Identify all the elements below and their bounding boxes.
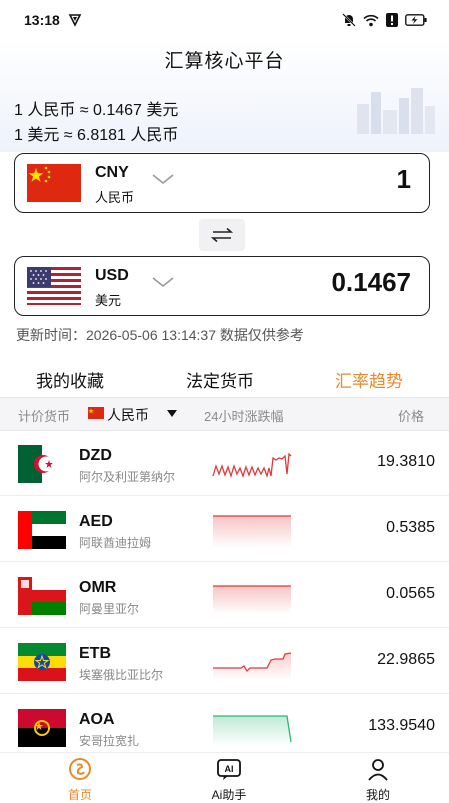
to-currency-code: USD [95, 267, 129, 284]
nav-ai-assistant[interactable]: AI Ai助手 [194, 757, 264, 803]
cn-flag-small-icon [88, 407, 104, 419]
to-currency-name: 美元 [95, 293, 122, 308]
mute-bell-icon [342, 13, 356, 27]
nav-home[interactable]: 首页 [45, 757, 115, 803]
list-header: 计价货币 人民币 24小时涨跌幅 价格 [0, 397, 449, 431]
tab-fiat-currency[interactable]: 法定货币 [186, 367, 254, 392]
caret-down-icon[interactable] [167, 410, 177, 417]
change-column-header: 24小时涨跌幅 [204, 409, 284, 424]
currency-name: 安哥拉宽扎 [79, 734, 140, 748]
trend-sparkline [212, 452, 292, 479]
rate-row-aed[interactable]: AED 阿联酋迪拉姆 0.5385 [0, 497, 449, 562]
ae-flag-icon [18, 511, 66, 549]
from-amount-input[interactable]: 1 [397, 164, 411, 195]
battery-charging-icon [405, 14, 427, 26]
base-currency-label: 计价货币 [18, 409, 71, 424]
alert-icon [386, 13, 398, 27]
et-flag-icon [18, 643, 66, 681]
currency-code: AOA [79, 711, 115, 728]
status-time: 13:18 [24, 12, 60, 28]
currency-price: 0.5385 [386, 519, 435, 536]
currency-name: 阿联酋迪拉姆 [79, 536, 152, 550]
home-icon [69, 758, 91, 780]
rate-row-omr[interactable]: OMR 阿曼里亚尔 0.0565 [0, 563, 449, 628]
nav-home-label: 首页 [67, 788, 92, 802]
rate-row-aoa[interactable]: AOA 安哥拉宽扎 133.9540 [0, 695, 449, 759]
city-skyline-illustration [357, 88, 435, 134]
from-currency-code: CNY [95, 164, 129, 181]
cn-flag-icon [27, 164, 81, 202]
wifi-icon [363, 14, 379, 26]
trend-sparkline [213, 652, 292, 680]
rate-row-dzd[interactable]: DZD 阿尔及利亚第纳尔 19.3810 [0, 431, 449, 496]
dz-flag-icon [18, 445, 66, 483]
svg-text:AI: AI [225, 764, 234, 774]
trend-sparkline [213, 715, 292, 746]
rate-line-cny-usd: 1 人民币 ≈ 0.1467 美元 [14, 102, 179, 119]
ao-flag-icon [18, 709, 66, 747]
currency-name: 阿尔及利亚第纳尔 [79, 470, 176, 484]
currency-price: 0.0565 [386, 585, 435, 602]
currency-price: 19.3810 [377, 453, 435, 470]
rate-line-usd-cny: 1 美元 ≈ 6.8181 人民币 [14, 127, 179, 144]
to-currency-card[interactable]: USD 美元 0.1467 [14, 256, 430, 316]
category-tabs: 我的收藏 法定货币 汇率趋势 [0, 367, 449, 395]
price-column-header: 价格 [398, 409, 425, 424]
vpn-shield-icon [68, 14, 82, 27]
currency-name: 阿曼里亚尔 [79, 602, 140, 616]
nav-profile-label: 我的 [365, 788, 390, 802]
currency-name: 埃塞俄比亚比尔 [79, 668, 164, 682]
nav-ai-label: Ai助手 [211, 788, 247, 802]
currency-code: ETB [79, 645, 111, 662]
swap-arrows-icon [211, 227, 233, 243]
currency-code: AED [79, 513, 113, 530]
tab-favorites[interactable]: 我的收藏 [36, 367, 104, 392]
profile-icon [368, 759, 388, 781]
page-title: 汇算核心平台 [164, 51, 285, 72]
bottom-navigation: 首页 AI Ai助手 我的 [0, 752, 449, 803]
from-currency-name: 人民币 [95, 190, 135, 205]
currency-price: 133.9540 [368, 717, 435, 734]
us-flag-icon [27, 267, 81, 305]
status-bar: 13:18 [0, 0, 449, 40]
rate-row-etb[interactable]: ETB 埃塞俄比亚比尔 22.9865 [0, 629, 449, 694]
trend-sparkline [213, 515, 291, 548]
tab-rate-trend[interactable]: 汇率趋势 [335, 367, 403, 392]
swap-currency-button[interactable] [199, 219, 245, 251]
om-flag-icon [18, 577, 66, 615]
trend-sparkline [213, 585, 291, 614]
base-currency-select[interactable]: 人民币 [107, 405, 149, 425]
from-currency-card[interactable]: CNY 人民币 1 [14, 153, 430, 213]
to-amount-value: 0.1467 [331, 267, 411, 297]
currency-code: OMR [79, 579, 117, 596]
nav-profile[interactable]: 我的 [343, 757, 413, 803]
currency-price: 22.9865 [377, 651, 435, 668]
chevron-down-icon[interactable] [151, 275, 175, 289]
chevron-down-icon[interactable] [151, 172, 175, 186]
currency-code: DZD [79, 447, 112, 464]
update-time-text: 更新时间：2026-05-06 13:14:37 数据仅供参考 [16, 327, 304, 343]
ai-icon: AI [217, 759, 241, 780]
